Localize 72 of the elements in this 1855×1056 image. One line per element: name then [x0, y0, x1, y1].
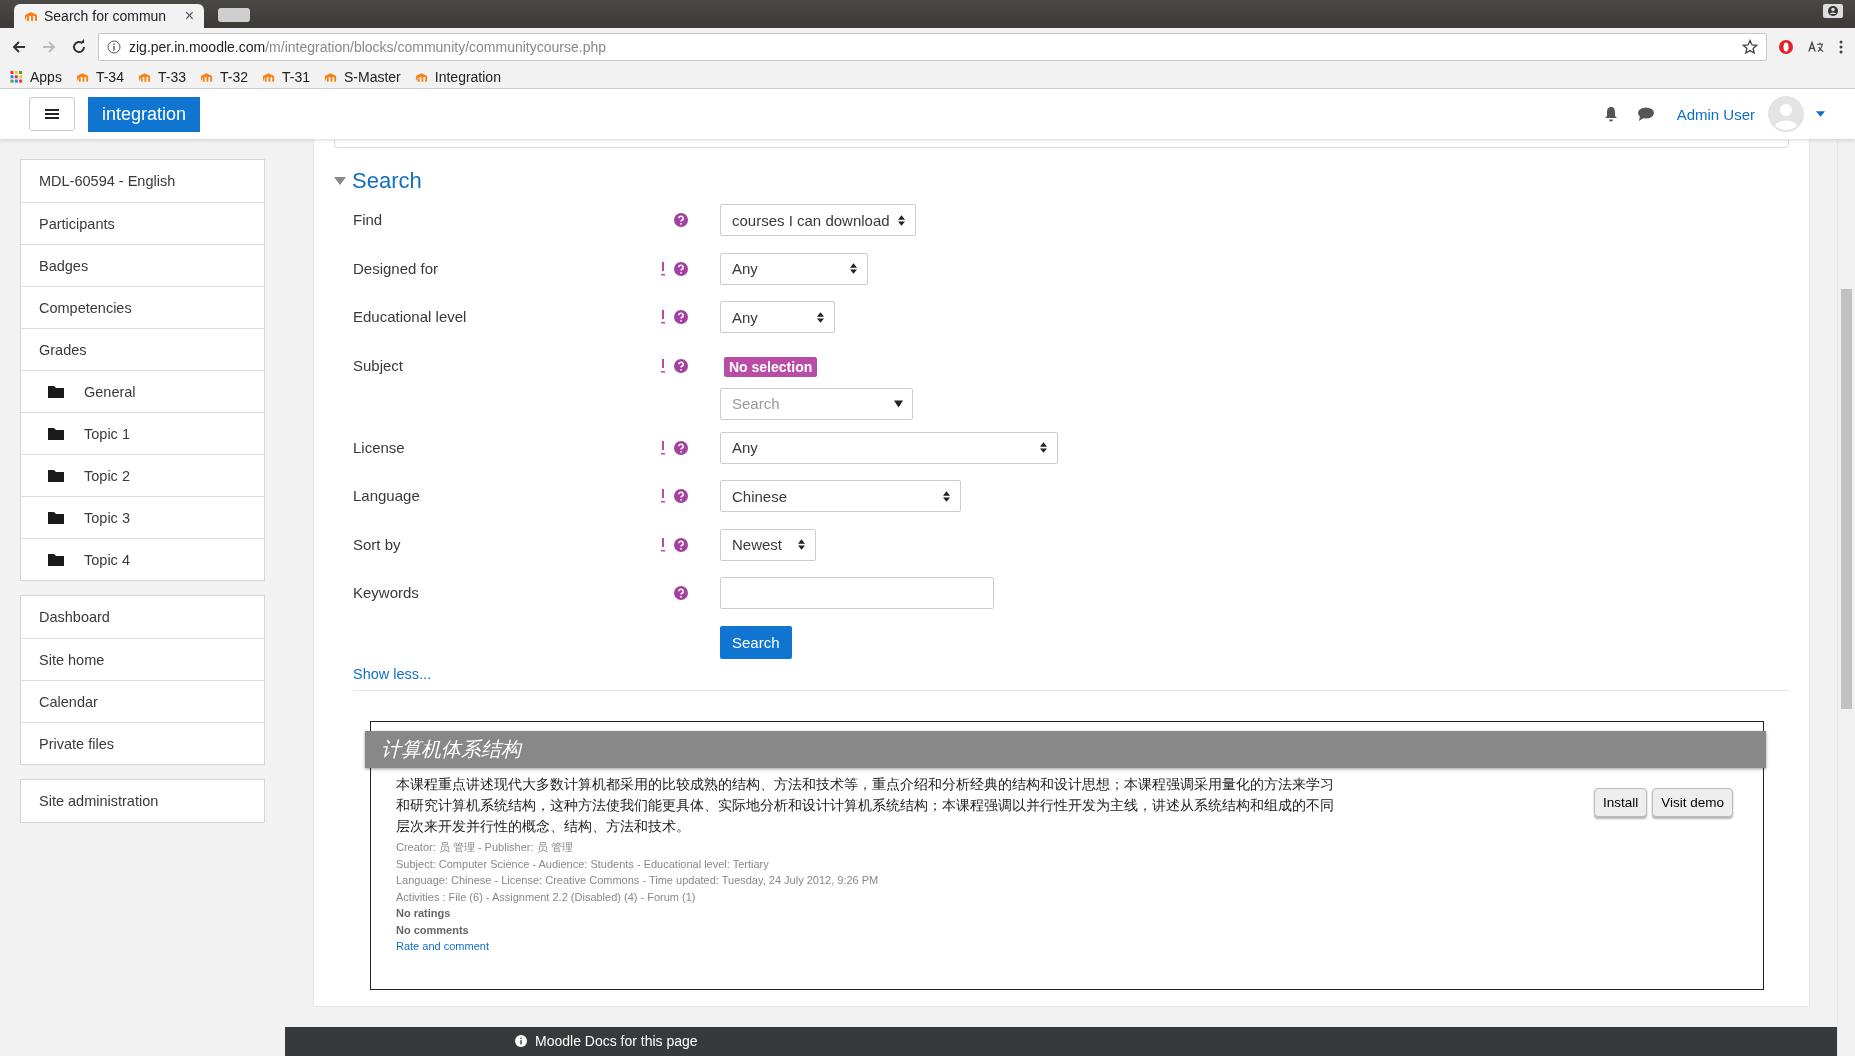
- bookmark[interactable]: T-34: [75, 69, 124, 85]
- sidebar-item-label: Topic 4: [84, 551, 130, 568]
- sidebar-item[interactable]: Calendar: [21, 680, 264, 722]
- sidebar-item[interactable]: Topic 1: [21, 412, 264, 454]
- comments-text: No comments: [396, 922, 470, 938]
- sidebar-item[interactable]: Topic 3: [21, 496, 264, 538]
- select-field[interactable]: courses I can download: [720, 204, 916, 236]
- result-button[interactable]: Install: [1593, 788, 1648, 817]
- user-name-link[interactable]: Admin User: [1676, 105, 1755, 123]
- bookmark[interactable]: T-33: [137, 69, 186, 85]
- select-field[interactable]: Any: [720, 252, 868, 285]
- select-field[interactable]: Chinese: [720, 480, 961, 512]
- field-label: Language: [352, 486, 421, 504]
- selection-tag: No selection: [724, 356, 818, 377]
- sidebar-item[interactable]: Badges: [21, 244, 264, 286]
- sidebar-item[interactable]: Topic 2: [21, 454, 264, 496]
- sidebar-item-label: Topic 1: [84, 425, 130, 442]
- sidebar-item[interactable]: Grades: [21, 328, 264, 370]
- course-info: Activities : File (6) - Assignment 2.2 (Disabled) (4) - Forum (1): [396, 889, 697, 905]
- ratings-text: No ratings: [396, 906, 452, 921]
- bookmark[interactable]: S-Master: [324, 69, 401, 85]
- sidebar-item-label: Dashboard: [39, 609, 110, 625]
- sidebar-item-label: Competencies: [39, 299, 132, 316]
- sidebar-item[interactable]: Competencies: [21, 286, 264, 328]
- course-title: 计算机体系结构: [365, 731, 1766, 768]
- address-bar[interactable]: zig.per.in.moodle.com/m/integration/blocks/community/communitycourse.php: [98, 33, 1767, 61]
- field-label: Educational level: [352, 307, 468, 325]
- field-label: Designed for: [352, 258, 440, 277]
- bookmark[interactable]: Apps: [10, 69, 62, 85]
- sidebar-item[interactable]: General: [21, 370, 264, 412]
- site-name-button[interactable]: integration: [88, 96, 201, 132]
- bookmark[interactable]: Integration: [414, 69, 501, 85]
- sidebar-item[interactable]: Topic 4: [21, 538, 264, 580]
- field-label: Subject: [352, 355, 405, 374]
- sidebar-item-label: Site home: [39, 651, 105, 668]
- sidebar-item-label: Topic 3: [84, 509, 130, 526]
- sidebar-item-label: Participants: [39, 215, 115, 232]
- sidebar-item[interactable]: Site administration: [21, 780, 264, 822]
- sidebar-item[interactable]: MDL-60594 - English: [21, 160, 264, 202]
- course-info: Language: Chinese - License: Creative Commons - Time updated: Tuesday, 24 July 2012, 9:26 PM: [396, 873, 880, 888]
- field-label: Keywords: [352, 583, 420, 601]
- sidebar-item-label: General: [84, 383, 136, 400]
- result-button[interactable]: Visit demo: [1652, 788, 1733, 817]
- field-label: Find: [352, 210, 384, 228]
- close-tab-button[interactable]: ×: [184, 7, 194, 25]
- course-info: Creator: 员 管理 - Publisher: 员 管理: [396, 840, 574, 855]
- field-label: Sort by: [352, 534, 402, 553]
- sidebar-item-label: Topic 2: [84, 467, 130, 484]
- sidebar-item[interactable]: Private files: [21, 722, 264, 764]
- course-info: Subject: Computer Science - Audience: Students - Educational level: Tertiary: [396, 856, 770, 872]
- select-field[interactable]: Any: [720, 431, 1058, 464]
- sidebar-item[interactable]: Site home: [21, 638, 264, 680]
- show-less-link[interactable]: Show less...: [353, 666, 1789, 682]
- sidebar-item-label: Site administration: [39, 793, 159, 809]
- rate-link[interactable]: Rate and comment: [396, 938, 1336, 955]
- sidebar-item-label: MDL-60594 - English: [39, 173, 176, 189]
- course-description: 本课程重点讲述现代大多数计算机都采用的比较成熟的结构、方法和技术等，重点介绍和分析经典的结构和设计思想；本课程强调采用量化的方法来学习和研究计算机系统结构，这种方法使我们能更具体、实际地分析和设计计算机系统结构；本课程强调以并行性开发为主线，讲述从系统结构和组成的不同层次来开发并行性的概念、结构、方法和技术。: [396, 775, 1335, 836]
- bookmark[interactable]: T-32: [199, 69, 248, 85]
- section-heading[interactable]: Search: [352, 168, 422, 194]
- sidebar-item[interactable]: Dashboard: [21, 596, 264, 638]
- search-field[interactable]: Search: [720, 387, 913, 420]
- select-field[interactable]: Newest: [720, 528, 816, 561]
- sidebar-item[interactable]: Participants: [21, 202, 264, 244]
- select-field[interactable]: Any: [720, 301, 835, 333]
- bookmark[interactable]: T-31: [261, 69, 310, 85]
- browser-tab[interactable]: Search for commun ×: [14, 4, 204, 28]
- sidebar-item-label: Grades: [39, 341, 87, 358]
- sidebar-item-label: Private files: [39, 735, 114, 752]
- sidebar-item-label: Badges: [39, 257, 89, 274]
- field-label: License: [352, 437, 406, 456]
- sidebar-item-label: Calendar: [39, 693, 98, 710]
- search-button[interactable]: Search: [720, 625, 792, 659]
